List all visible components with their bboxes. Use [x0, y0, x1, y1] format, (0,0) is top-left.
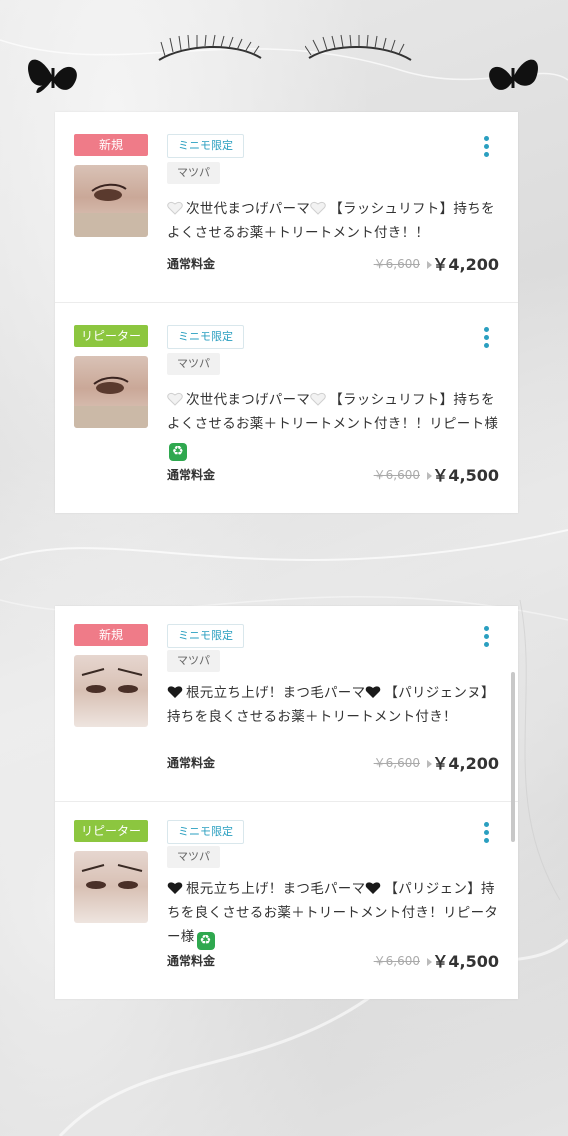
black-heart-icon	[366, 686, 381, 698]
menu-title: 次世代まつげパーマ 【ラッシュリフト】持ちをよくさせるお薬＋トリートメント付き！！	[167, 201, 495, 241]
sale-price: ￥4,500	[432, 466, 499, 485]
regular-price-label: 通常料金	[167, 257, 216, 271]
more-options-icon[interactable]	[484, 327, 490, 349]
more-options-icon[interactable]	[484, 136, 490, 158]
menu-photo	[74, 165, 148, 237]
arrow-right-icon	[427, 760, 432, 768]
black-heart-icon	[167, 686, 183, 698]
old-price: ￥6,600	[373, 468, 420, 482]
white-heart-icon	[310, 201, 326, 215]
butterfly-icon	[489, 59, 538, 90]
menu-card: 新規 ミニモ限定 マツパ 根元立ち上げ！まつ毛パーマ 【パリジェンヌ】持ちを良くさ…	[55, 606, 518, 999]
category-tag: マツパ	[167, 650, 220, 672]
minimo-limited-tag: ミニモ限定	[167, 134, 244, 158]
minimo-limited-tag: ミニモ限定	[167, 624, 244, 648]
new-badge: 新規	[74, 624, 148, 646]
menu-photo	[74, 851, 148, 923]
regular-price-label: 通常料金	[167, 468, 216, 482]
menu-title: 根元立ち上げ！まつ毛パーマ 【パリジェン】持ちを良くさせるお薬＋トリートメント付き…	[167, 881, 499, 950]
black-heart-icon	[366, 882, 381, 894]
menu-card: 新規 ミニモ限定 マツパ 次世代まつげパーマ 【ラッシュリフト】持ちをよくさせるお…	[55, 112, 518, 513]
category-tag: マツパ	[167, 846, 220, 868]
menu-item[interactable]: リピーター ミニモ限定 マツパ 次世代まつげパーマ 【ラッシュリフト】持ちをよくさ…	[55, 303, 518, 513]
sale-price: ￥4,500	[432, 952, 499, 971]
category-tag: マツパ	[167, 162, 220, 184]
arrow-right-icon	[427, 261, 432, 269]
menu-title: 根元立ち上げ！まつ毛パーマ 【パリジェンヌ】持ちを良くさせるお薬＋トリートメント付…	[167, 685, 495, 725]
minimo-limited-tag: ミニモ限定	[167, 325, 244, 349]
scrollbar[interactable]	[511, 672, 515, 842]
recycle-icon: ♻	[169, 443, 187, 461]
arrow-right-icon	[427, 472, 432, 480]
white-heart-icon	[310, 392, 326, 406]
menu-photo	[74, 356, 148, 428]
repeater-badge: リピーター	[74, 820, 148, 842]
white-heart-icon	[167, 201, 183, 215]
repeater-badge: リピーター	[74, 325, 148, 347]
new-badge: 新規	[74, 134, 148, 156]
black-heart-icon	[167, 882, 183, 894]
old-price: ￥6,600	[373, 756, 420, 770]
sale-price: ￥4,200	[432, 754, 499, 773]
more-options-icon[interactable]	[484, 626, 490, 648]
old-price: ￥6,600	[373, 257, 420, 271]
regular-price-label: 通常料金	[167, 756, 216, 770]
menu-photo	[74, 655, 148, 727]
arrow-right-icon	[427, 958, 432, 966]
menu-item[interactable]: 新規 ミニモ限定 マツパ 根元立ち上げ！まつ毛パーマ 【パリジェンヌ】持ちを良くさ…	[55, 606, 518, 802]
menu-item[interactable]: 新規 ミニモ限定 マツパ 次世代まつげパーマ 【ラッシュリフト】持ちをよくさせるお…	[55, 112, 518, 303]
butterfly-icon	[28, 59, 77, 94]
regular-price-label: 通常料金	[167, 954, 216, 968]
recycle-icon: ♻	[196, 932, 215, 950]
category-tag: マツパ	[167, 353, 220, 375]
minimo-limited-tag: ミニモ限定	[167, 820, 244, 844]
eyelash-icon	[158, 34, 262, 61]
old-price: ￥6,600	[373, 954, 420, 968]
white-heart-icon	[167, 392, 183, 406]
menu-item[interactable]: リピーター ミニモ限定 マツパ 根元立ち上げ！まつ毛パーマ 【パリジェン】持ちを良…	[55, 802, 518, 999]
more-options-icon[interactable]	[484, 822, 490, 844]
menu-title: 次世代まつげパーマ 【ラッシュリフト】持ちをよくさせるお薬＋トリートメント付き！！…	[167, 392, 499, 461]
sale-price: ￥4,200	[432, 255, 499, 274]
eyelash-icon	[305, 34, 412, 61]
